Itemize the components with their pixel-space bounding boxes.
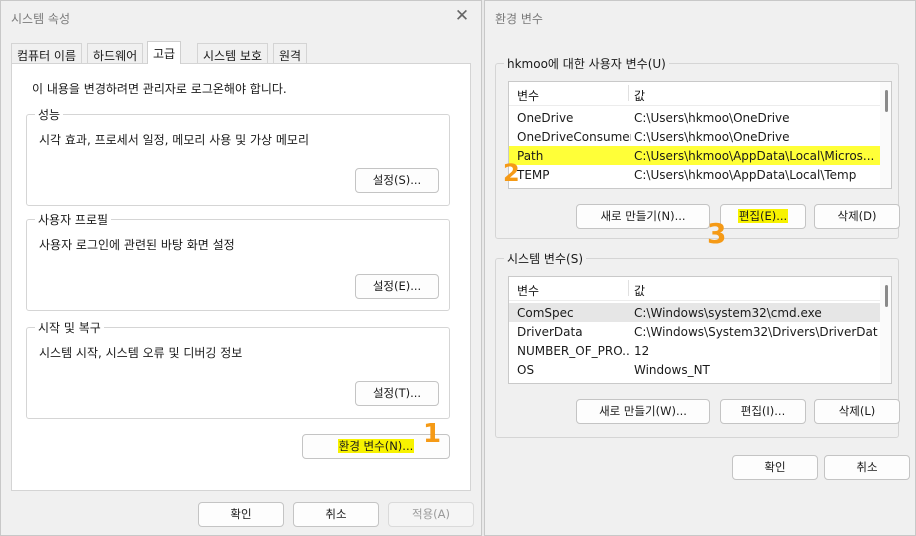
- tab-hardware[interactable]: 하드웨어: [87, 43, 144, 63]
- row-name: DriverData: [517, 325, 583, 339]
- env-dialog-title: 환경 변수: [495, 12, 543, 26]
- user-variables-table: 변수 값 OneDrive C:\Users\hkmoo\OneDrive On…: [508, 81, 892, 189]
- system-variables-title: 시스템 변수(S): [504, 250, 586, 267]
- vertical-scrollbar[interactable]: [880, 82, 891, 188]
- performance-settings-button[interactable]: 설정(S)...: [355, 168, 439, 193]
- row-value: C:\Users\hkmoo\OneDrive: [634, 111, 790, 125]
- table-row[interactable]: OneDrive C:\Users\hkmoo\OneDrive: [509, 108, 881, 127]
- user-profile-settings-button[interactable]: 설정(E)...: [355, 274, 439, 299]
- row-value: C:\Windows\System32\Drivers\DriverData: [634, 325, 878, 339]
- row-name: NUMBER_OF_PRO...: [517, 344, 631, 358]
- startup-recovery-desc: 시스템 시작, 시스템 오류 및 디버깅 정보: [39, 346, 243, 360]
- user-variables-group: hkmoo에 대한 사용자 변수(U) 변수 값 OneDrive C:\Use…: [495, 55, 900, 239]
- table-row[interactable]: OneDriveConsumer C:\Users\hkmoo\OneDrive: [509, 127, 881, 146]
- row-name: OneDriveConsumer: [517, 130, 631, 144]
- user-delete-button[interactable]: 삭제(D): [814, 204, 900, 229]
- apply-button[interactable]: 적용(A): [388, 502, 474, 527]
- table-header: 변수 값: [509, 277, 881, 301]
- row-value: 12: [634, 344, 650, 358]
- tab-computer-name[interactable]: 컴퓨터 이름: [11, 43, 83, 63]
- startup-recovery-title: 시작 및 복구: [35, 319, 104, 336]
- column-header-value[interactable]: 값: [634, 282, 878, 299]
- user-profile-desc: 사용자 로그인에 관련된 바탕 화면 설정: [39, 238, 235, 252]
- tab-system-protection[interactable]: 시스템 보호: [197, 43, 269, 63]
- row-name: ComSpec: [517, 306, 574, 320]
- env-titlebar: 환경 변수: [485, 1, 915, 33]
- cancel-button[interactable]: 취소: [293, 502, 379, 527]
- performance-group: 성능 시각 효과, 프로세서 일정, 메모리 사용 및 가상 메모리 설정(S)…: [26, 106, 450, 206]
- performance-desc: 시각 효과, 프로세서 일정, 메모리 사용 및 가상 메모리: [39, 133, 309, 147]
- column-header-variable[interactable]: 변수: [517, 87, 631, 104]
- user-edit-button[interactable]: 편집(E)...: [720, 204, 806, 229]
- user-profile-group: 사용자 프로필 사용자 로그인에 관련된 바탕 화면 설정 설정(E)...: [26, 211, 450, 311]
- row-value: C:\Users\hkmoo\AppData\Local\Micros...: [634, 149, 875, 163]
- system-properties-titlebar: 시스템 속성: [1, 1, 481, 33]
- row-name: Path: [517, 149, 544, 163]
- system-properties-dialog: 시스템 속성 ✕ 컴퓨터 이름 하드웨어 고급 시스템 보호 원격 이 내용을 …: [0, 0, 482, 536]
- ok-button[interactable]: 확인: [198, 502, 284, 527]
- system-variables-group: 시스템 변수(S) 변수 값 ComSpec C:\Windows\system…: [495, 250, 900, 438]
- user-profile-title: 사용자 프로필: [35, 211, 112, 228]
- column-header-variable[interactable]: 변수: [517, 282, 631, 299]
- startup-recovery-group: 시작 및 복구 시스템 시작, 시스템 오류 및 디버깅 정보 설정(T)...: [26, 319, 450, 419]
- table-row[interactable]: DriverData C:\Windows\System32\Drivers\D…: [509, 322, 881, 341]
- annotation-step-1: 1: [423, 419, 442, 449]
- table-header: 변수 값: [509, 82, 881, 106]
- tab-remote[interactable]: 원격: [273, 43, 308, 63]
- column-divider[interactable]: [628, 280, 629, 296]
- row-value: C:\Users\hkmoo\AppData\Local\Temp: [634, 168, 857, 182]
- column-header-value[interactable]: 값: [634, 87, 878, 104]
- tab-advanced[interactable]: 고급: [147, 41, 182, 64]
- annotation-step-3: 3: [707, 217, 727, 250]
- row-value: C:\Windows\system32\cmd.exe: [634, 306, 822, 320]
- admin-note: 이 내용을 변경하려면 관리자로 로그온해야 합니다.: [32, 82, 287, 96]
- row-value: Windows_NT: [634, 363, 710, 377]
- dialog-title: 시스템 속성: [11, 12, 71, 26]
- advanced-tab-panel: 이 내용을 변경하려면 관리자로 로그온해야 합니다. 성능 시각 효과, 프로…: [11, 63, 471, 491]
- column-divider[interactable]: [628, 85, 629, 101]
- close-icon[interactable]: ✕: [453, 7, 471, 25]
- env-ok-button[interactable]: 확인: [732, 455, 818, 480]
- table-row[interactable]: ComSpec C:\Windows\system32\cmd.exe: [509, 303, 881, 322]
- row-value: C:\Users\hkmoo\OneDrive: [634, 130, 790, 144]
- env-cancel-button[interactable]: 취소: [824, 455, 910, 480]
- user-variables-title: hkmoo에 대한 사용자 변수(U): [504, 55, 669, 72]
- system-new-button[interactable]: 새로 만들기(W)...: [576, 399, 710, 424]
- performance-title: 성능: [35, 106, 64, 123]
- system-edit-button[interactable]: 편집(I)...: [720, 399, 806, 424]
- user-edit-label: 편집(E)...: [737, 209, 789, 223]
- table-row[interactable]: NUMBER_OF_PRO... 12: [509, 341, 881, 360]
- table-row[interactable]: OS Windows_NT: [509, 360, 881, 379]
- startup-recovery-settings-button[interactable]: 설정(T)...: [355, 381, 439, 406]
- row-name: OS: [517, 363, 535, 377]
- annotation-step-2: 2: [503, 159, 520, 187]
- user-new-button[interactable]: 새로 만들기(N)...: [576, 204, 710, 229]
- row-name: TEMP: [517, 168, 550, 182]
- system-delete-button[interactable]: 삭제(L): [814, 399, 900, 424]
- table-row-path[interactable]: Path C:\Users\hkmoo\AppData\Local\Micros…: [509, 146, 881, 165]
- environment-variables-dialog: 환경 변수 hkmoo에 대한 사용자 변수(U) 변수 값 OneDrive …: [484, 0, 916, 536]
- vertical-scrollbar[interactable]: [880, 277, 891, 383]
- env-button-label: 환경 변수(N)...: [337, 439, 415, 453]
- table-row[interactable]: TEMP C:\Users\hkmoo\AppData\Local\Temp: [509, 165, 881, 184]
- scrollbar-thumb[interactable]: [885, 90, 888, 112]
- system-variables-table: 변수 값 ComSpec C:\Windows\system32\cmd.exe…: [508, 276, 892, 384]
- row-name: OneDrive: [517, 111, 574, 125]
- scrollbar-thumb[interactable]: [885, 285, 888, 307]
